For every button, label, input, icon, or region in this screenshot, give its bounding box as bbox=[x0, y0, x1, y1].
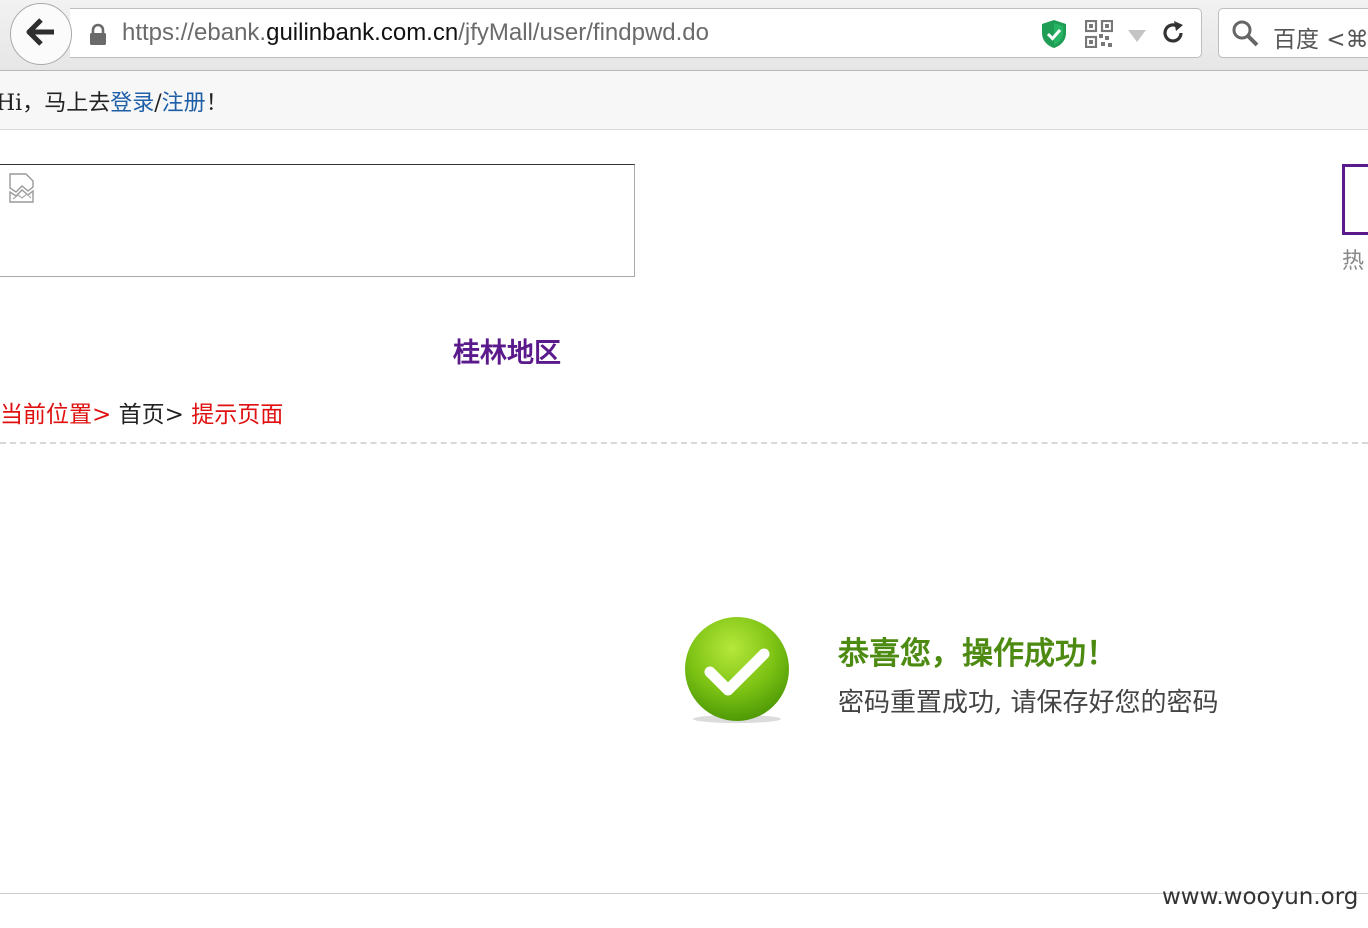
greeting: Hi，马上去登录/注册！ bbox=[0, 91, 228, 116]
search-bar[interactable]: 百度 <⌘K bbox=[1218, 8, 1368, 58]
search-input[interactable]: 百度 <⌘K bbox=[1273, 20, 1368, 54]
side-image[interactable] bbox=[1342, 164, 1368, 235]
lock-icon bbox=[88, 23, 108, 51]
broken-image-icon bbox=[9, 173, 35, 207]
top-bar: Hi，马上去登录/注册！ bbox=[0, 71, 1368, 130]
hot-label[interactable]: 热 bbox=[1342, 243, 1364, 275]
back-arrow-icon bbox=[25, 17, 57, 51]
search-icon bbox=[1231, 19, 1259, 51]
login-link[interactable]: 登录 bbox=[110, 91, 154, 116]
region-name[interactable]: 桂林地区 bbox=[453, 331, 561, 370]
watermark: www.wooyun.org bbox=[1162, 884, 1359, 910]
browser-toolbar: https://ebank.guilinbank.com.cn/jfyMall/… bbox=[0, 0, 1368, 71]
logo-image[interactable] bbox=[0, 164, 635, 277]
success-check-icon bbox=[682, 616, 792, 730]
breadcrumb-current-label: 当前位置> bbox=[0, 402, 112, 428]
success-title: 恭喜您，操作成功！ bbox=[838, 636, 1117, 672]
dropdown-arrow-icon[interactable] bbox=[1127, 28, 1147, 47]
register-link[interactable]: 注册 bbox=[162, 91, 206, 116]
breadcrumb-home[interactable]: 首页> bbox=[119, 402, 184, 428]
address-bar[interactable]: https://ebank.guilinbank.com.cn/jfyMall/… bbox=[70, 8, 1202, 58]
divider bbox=[0, 442, 1368, 444]
qr-code-icon[interactable] bbox=[1084, 19, 1114, 52]
breadcrumb: 当前位置> 首页> 提示页面 bbox=[0, 395, 283, 429]
shield-check-icon[interactable] bbox=[1040, 19, 1068, 53]
url-text[interactable]: https://ebank.guilinbank.com.cn/jfyMall/… bbox=[122, 19, 709, 47]
reload-icon[interactable] bbox=[1160, 20, 1186, 50]
back-button[interactable] bbox=[10, 3, 72, 65]
success-message: 密码重置成功, 请保存好您的密码 bbox=[838, 688, 1219, 718]
breadcrumb-page: 提示页面 bbox=[191, 402, 284, 428]
